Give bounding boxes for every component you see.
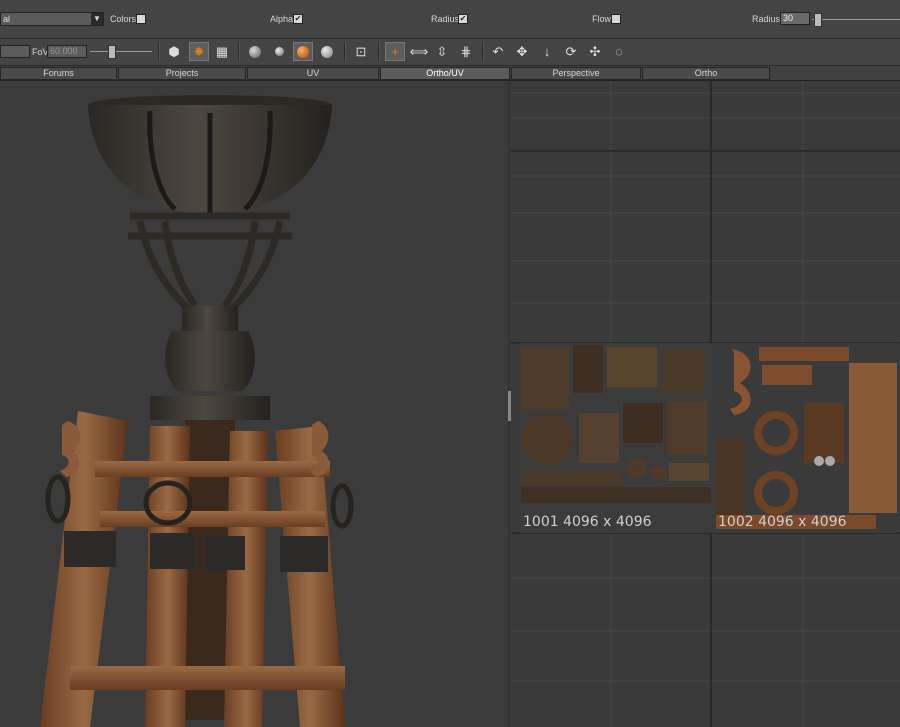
radius2-label: Radius	[752, 14, 781, 24]
uv-tile-1001-label: 1001 4096 x 4096	[523, 514, 652, 530]
plus-icon[interactable]: +	[385, 42, 405, 61]
rotate-icon[interactable]: ⟳	[561, 42, 581, 61]
radius-label: Radius	[431, 14, 460, 24]
separator	[378, 42, 380, 61]
frame-icon[interactable]: ⊡	[351, 42, 371, 61]
move-icon[interactable]: ✥	[512, 42, 532, 61]
radius-slider-track[interactable]	[812, 19, 900, 20]
tab-forums[interactable]: Forums	[0, 67, 117, 80]
alpha-label: Alpha	[270, 14, 294, 24]
colors-checkbox[interactable]	[136, 14, 146, 24]
separator	[238, 42, 240, 61]
viewport[interactable]: 1001 4096 x 4096 1002 4096 x 4096	[0, 81, 900, 727]
undo-icon[interactable]: ↶	[488, 42, 508, 61]
cube-icon[interactable]: ⬢	[164, 42, 184, 61]
brazier-bowl	[88, 95, 332, 215]
colors-label: Colors	[110, 14, 137, 24]
tab-projects[interactable]: Projects	[118, 67, 246, 80]
fov-slider-track[interactable]	[90, 51, 152, 52]
3d-viewport[interactable]	[0, 81, 508, 727]
sphere-icon[interactable]	[269, 42, 289, 61]
lasso-icon[interactable]: ◌	[609, 42, 629, 61]
flow-checkbox[interactable]	[611, 14, 621, 24]
tab-perspective[interactable]: Perspective	[511, 67, 641, 80]
separator	[482, 42, 484, 61]
tab-ortho-uv[interactable]: Ortho/UV	[380, 67, 510, 80]
uv-grid-icon[interactable]: ▦	[212, 42, 232, 61]
brazier-cage	[128, 212, 292, 314]
scale-icon[interactable]: ✣	[585, 42, 605, 61]
grid-move-icon[interactable]: ⋕	[456, 42, 476, 61]
orange-sphere-icon[interactable]	[293, 42, 313, 61]
arrow-down-icon[interactable]: ↓	[537, 42, 557, 61]
fov-slider-handle[interactable]	[108, 45, 116, 59]
brush-toolbar: al ▼ Colors Alpha ✔ Radius ✔ Flow Radius…	[0, 0, 900, 39]
uv-tile-1002-label: 1002 4096 x 4096	[718, 514, 847, 530]
room-tabs: Forums Projects UV Ortho/UV Perspective …	[0, 66, 900, 81]
uv-editor[interactable]: 1001 4096 x 4096 1002 4096 x 4096	[511, 81, 900, 727]
material-dropdown-value: al	[3, 14, 11, 24]
fov-input[interactable]: 60.000	[47, 45, 87, 58]
tab-uv[interactable]: UV	[247, 67, 379, 80]
chevron-down-icon[interactable]: ▼	[91, 13, 103, 25]
separator	[344, 42, 346, 61]
uv-tile-1002: 1002 4096 x 4096	[714, 343, 899, 533]
move-vertical-icon[interactable]: ⇳	[432, 42, 452, 61]
radius-slider-handle[interactable]	[814, 13, 822, 27]
flow-label: Flow	[592, 14, 612, 24]
alpha-checkbox[interactable]: ✔	[293, 14, 303, 24]
move-horizontal-icon[interactable]: ⟺	[409, 42, 429, 61]
separator	[158, 42, 160, 61]
brush-icon[interactable]: ✸	[189, 42, 209, 61]
radius-checkbox[interactable]: ✔	[458, 14, 468, 24]
sphere-icon[interactable]	[245, 42, 265, 61]
camera-field[interactable]	[0, 45, 30, 58]
tab-ortho[interactable]: Ortho	[642, 67, 770, 80]
view-toolbar: FoV 60.000 ⬢ ✸ ▦ ⊡ + ⟺ ⇳ ⋕ ↶ ✥ ↓ ⟳ ✣ ◌	[0, 39, 900, 66]
radius-value-input[interactable]: 30	[780, 12, 810, 25]
uv-tile-1001: 1001 4096 x 4096	[519, 343, 714, 533]
sphere-icon[interactable]	[317, 42, 337, 61]
material-dropdown[interactable]: al ▼	[0, 12, 104, 26]
